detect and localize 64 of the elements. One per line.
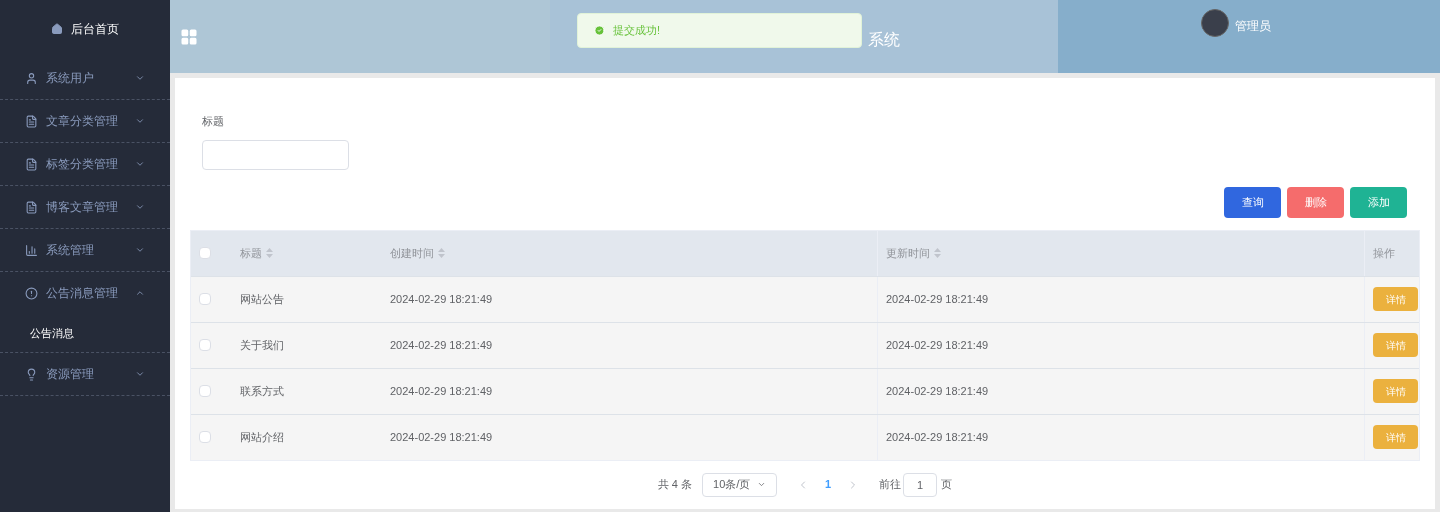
chevron-down-icon (135, 202, 145, 212)
sidebar-item[interactable]: 公告消息管理 (0, 272, 170, 314)
chevron-up-icon (135, 288, 145, 298)
home-icon (51, 22, 63, 35)
page-number[interactable]: 1 (819, 476, 838, 493)
table-cell: 网站介绍 (240, 430, 284, 443)
goto-label: 前往 (879, 477, 902, 493)
title-input[interactable] (202, 139, 349, 170)
table-cell-text: 2024-02-29 18:21:49 (390, 429, 493, 445)
document-icon (25, 114, 38, 128)
grid-icon[interactable] (180, 27, 198, 46)
user-icon (25, 71, 38, 85)
checkbox[interactable] (199, 385, 211, 397)
table-cell: 联系方式 (240, 384, 284, 397)
table-cell-text: 2024-02-29 18:21:49 (886, 291, 989, 307)
sidebar-item[interactable]: 博客文章管理 (0, 186, 170, 228)
chevron-down-icon (135, 73, 145, 83)
sidebar-item[interactable]: 文章分类管理 (0, 100, 170, 142)
document-icon (25, 200, 38, 214)
sort-icon[interactable] (438, 248, 445, 258)
table-cell-text: 2024-02-29 18:21:49 (390, 337, 493, 353)
column-header: 操作 (1373, 246, 1395, 259)
total-count: 共 4 条 (657, 477, 693, 493)
table-cell-text: 2024-02-29 18:21:49 (886, 337, 989, 353)
sidebar-item[interactable]: 系统管理 (0, 229, 170, 271)
table-cell-text: 2024-02-29 18:21:49 (886, 383, 989, 399)
sort-icon[interactable] (934, 248, 941, 258)
sidebar-item[interactable]: 后台首页 (0, 0, 170, 57)
table-cell-text: 2024-02-29 18:21:49 (390, 383, 493, 399)
info-icon (25, 286, 38, 300)
chevron-down-icon (135, 116, 145, 126)
checkbox[interactable] (199, 339, 211, 351)
sidebar-item[interactable]: 标签分类管理 (0, 143, 170, 185)
chart-icon (25, 243, 38, 257)
table-cell-text: 2024-02-29 18:21:49 (886, 429, 989, 445)
sidebar-subitem[interactable]: 公告消息 (0, 314, 170, 352)
sidebar-item[interactable]: 资源管理 (0, 353, 170, 395)
checkbox[interactable] (199, 247, 211, 259)
chevron-down-icon (757, 480, 767, 489)
avatar[interactable] (1201, 9, 1229, 37)
sort-icon[interactable] (266, 248, 273, 258)
site-title: 系统 (868, 29, 900, 50)
chevron-down-icon (135, 245, 145, 255)
column-header: 标题 (240, 245, 262, 261)
column-header: 更新时间 (886, 245, 930, 261)
action-button[interactable]: 查询 (1224, 186, 1281, 218)
checkbox[interactable] (199, 431, 211, 443)
page-input[interactable]: 1 (903, 472, 938, 497)
chevron-down-icon (135, 369, 145, 379)
table-cell: 网站公告 (240, 292, 284, 305)
check-icon (594, 25, 605, 36)
table-cell-text: 2024-02-29 18:21:49 (390, 291, 493, 307)
column-header: 创建时间 (390, 245, 434, 261)
table-cell: 关于我们 (240, 338, 284, 351)
checkbox[interactable] (199, 293, 211, 305)
page-size-select[interactable]: 10条/页 (702, 472, 778, 497)
sidebar-item[interactable]: 系统用户 (0, 57, 170, 99)
chevron-down-icon (135, 159, 145, 169)
toast-message: 提交成功! (613, 23, 661, 39)
action-button[interactable]: 删除 (1287, 186, 1344, 218)
field-label: 标题 (202, 114, 225, 129)
document-icon (25, 157, 38, 171)
page-suffix: 页 (941, 477, 953, 493)
lightbulb-icon (25, 367, 38, 381)
